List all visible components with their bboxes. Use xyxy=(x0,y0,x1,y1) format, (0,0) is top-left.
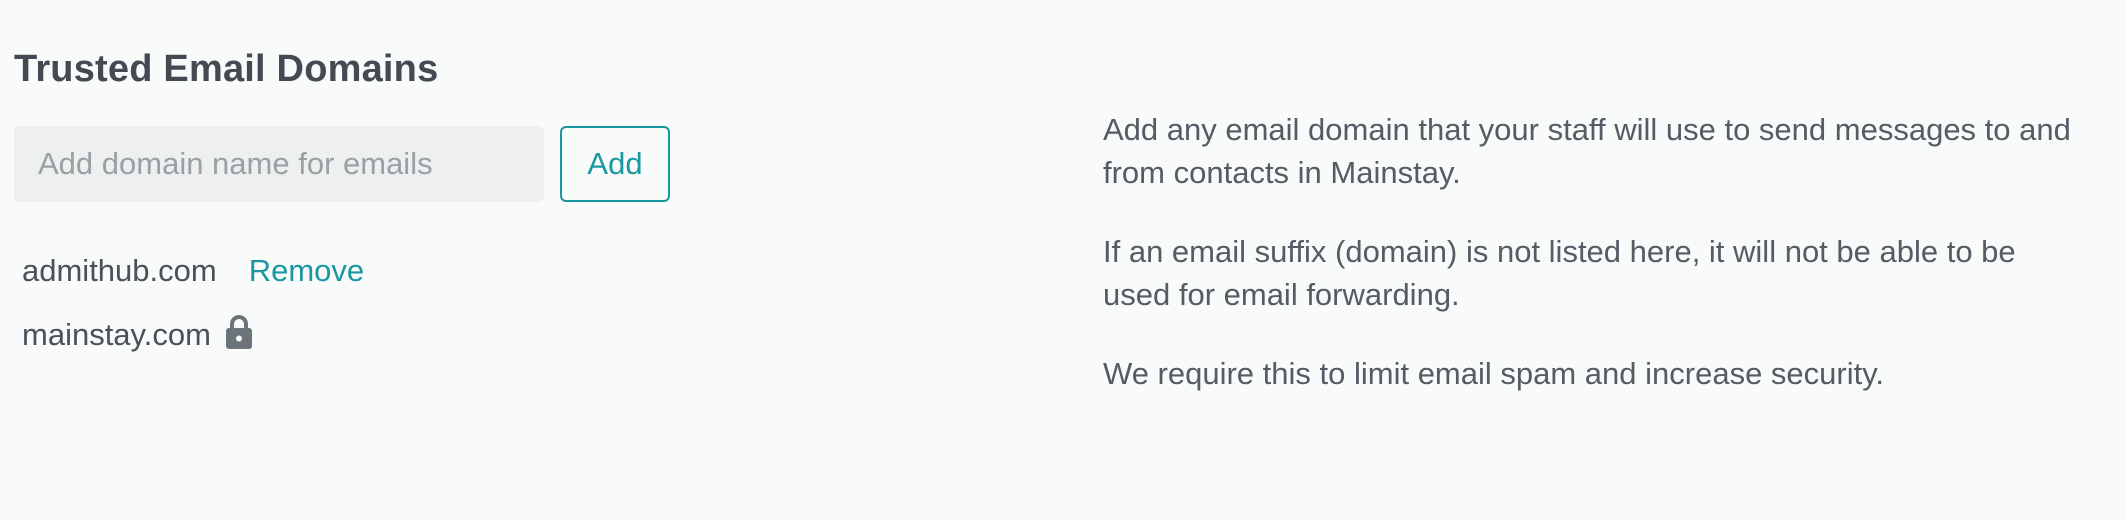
domain-name: mainstay.com xyxy=(22,317,211,352)
section-title: Trusted Email Domains xyxy=(14,48,439,90)
remove-domain-link[interactable]: Remove xyxy=(249,253,364,289)
help-paragraph: Add any email domain that your staff wil… xyxy=(1103,112,2071,190)
domain-name: admithub.com xyxy=(22,253,217,288)
domain-list-item: admithub.com Remove xyxy=(22,245,364,297)
domain-list: admithub.com Remove mainstay.com xyxy=(22,245,364,373)
domain-name-input[interactable] xyxy=(14,126,544,202)
help-paragraph: We require this to limit email spam and … xyxy=(1103,356,1885,391)
help-paragraph: If an email suffix (domain) is not liste… xyxy=(1103,234,2016,312)
domain-list-item: mainstay.com xyxy=(22,309,364,361)
help-text: Add any email domain that your staff wil… xyxy=(1103,108,2083,431)
add-domain-form: Add xyxy=(14,126,670,202)
add-button[interactable]: Add xyxy=(560,126,670,202)
lock-icon xyxy=(225,314,253,350)
